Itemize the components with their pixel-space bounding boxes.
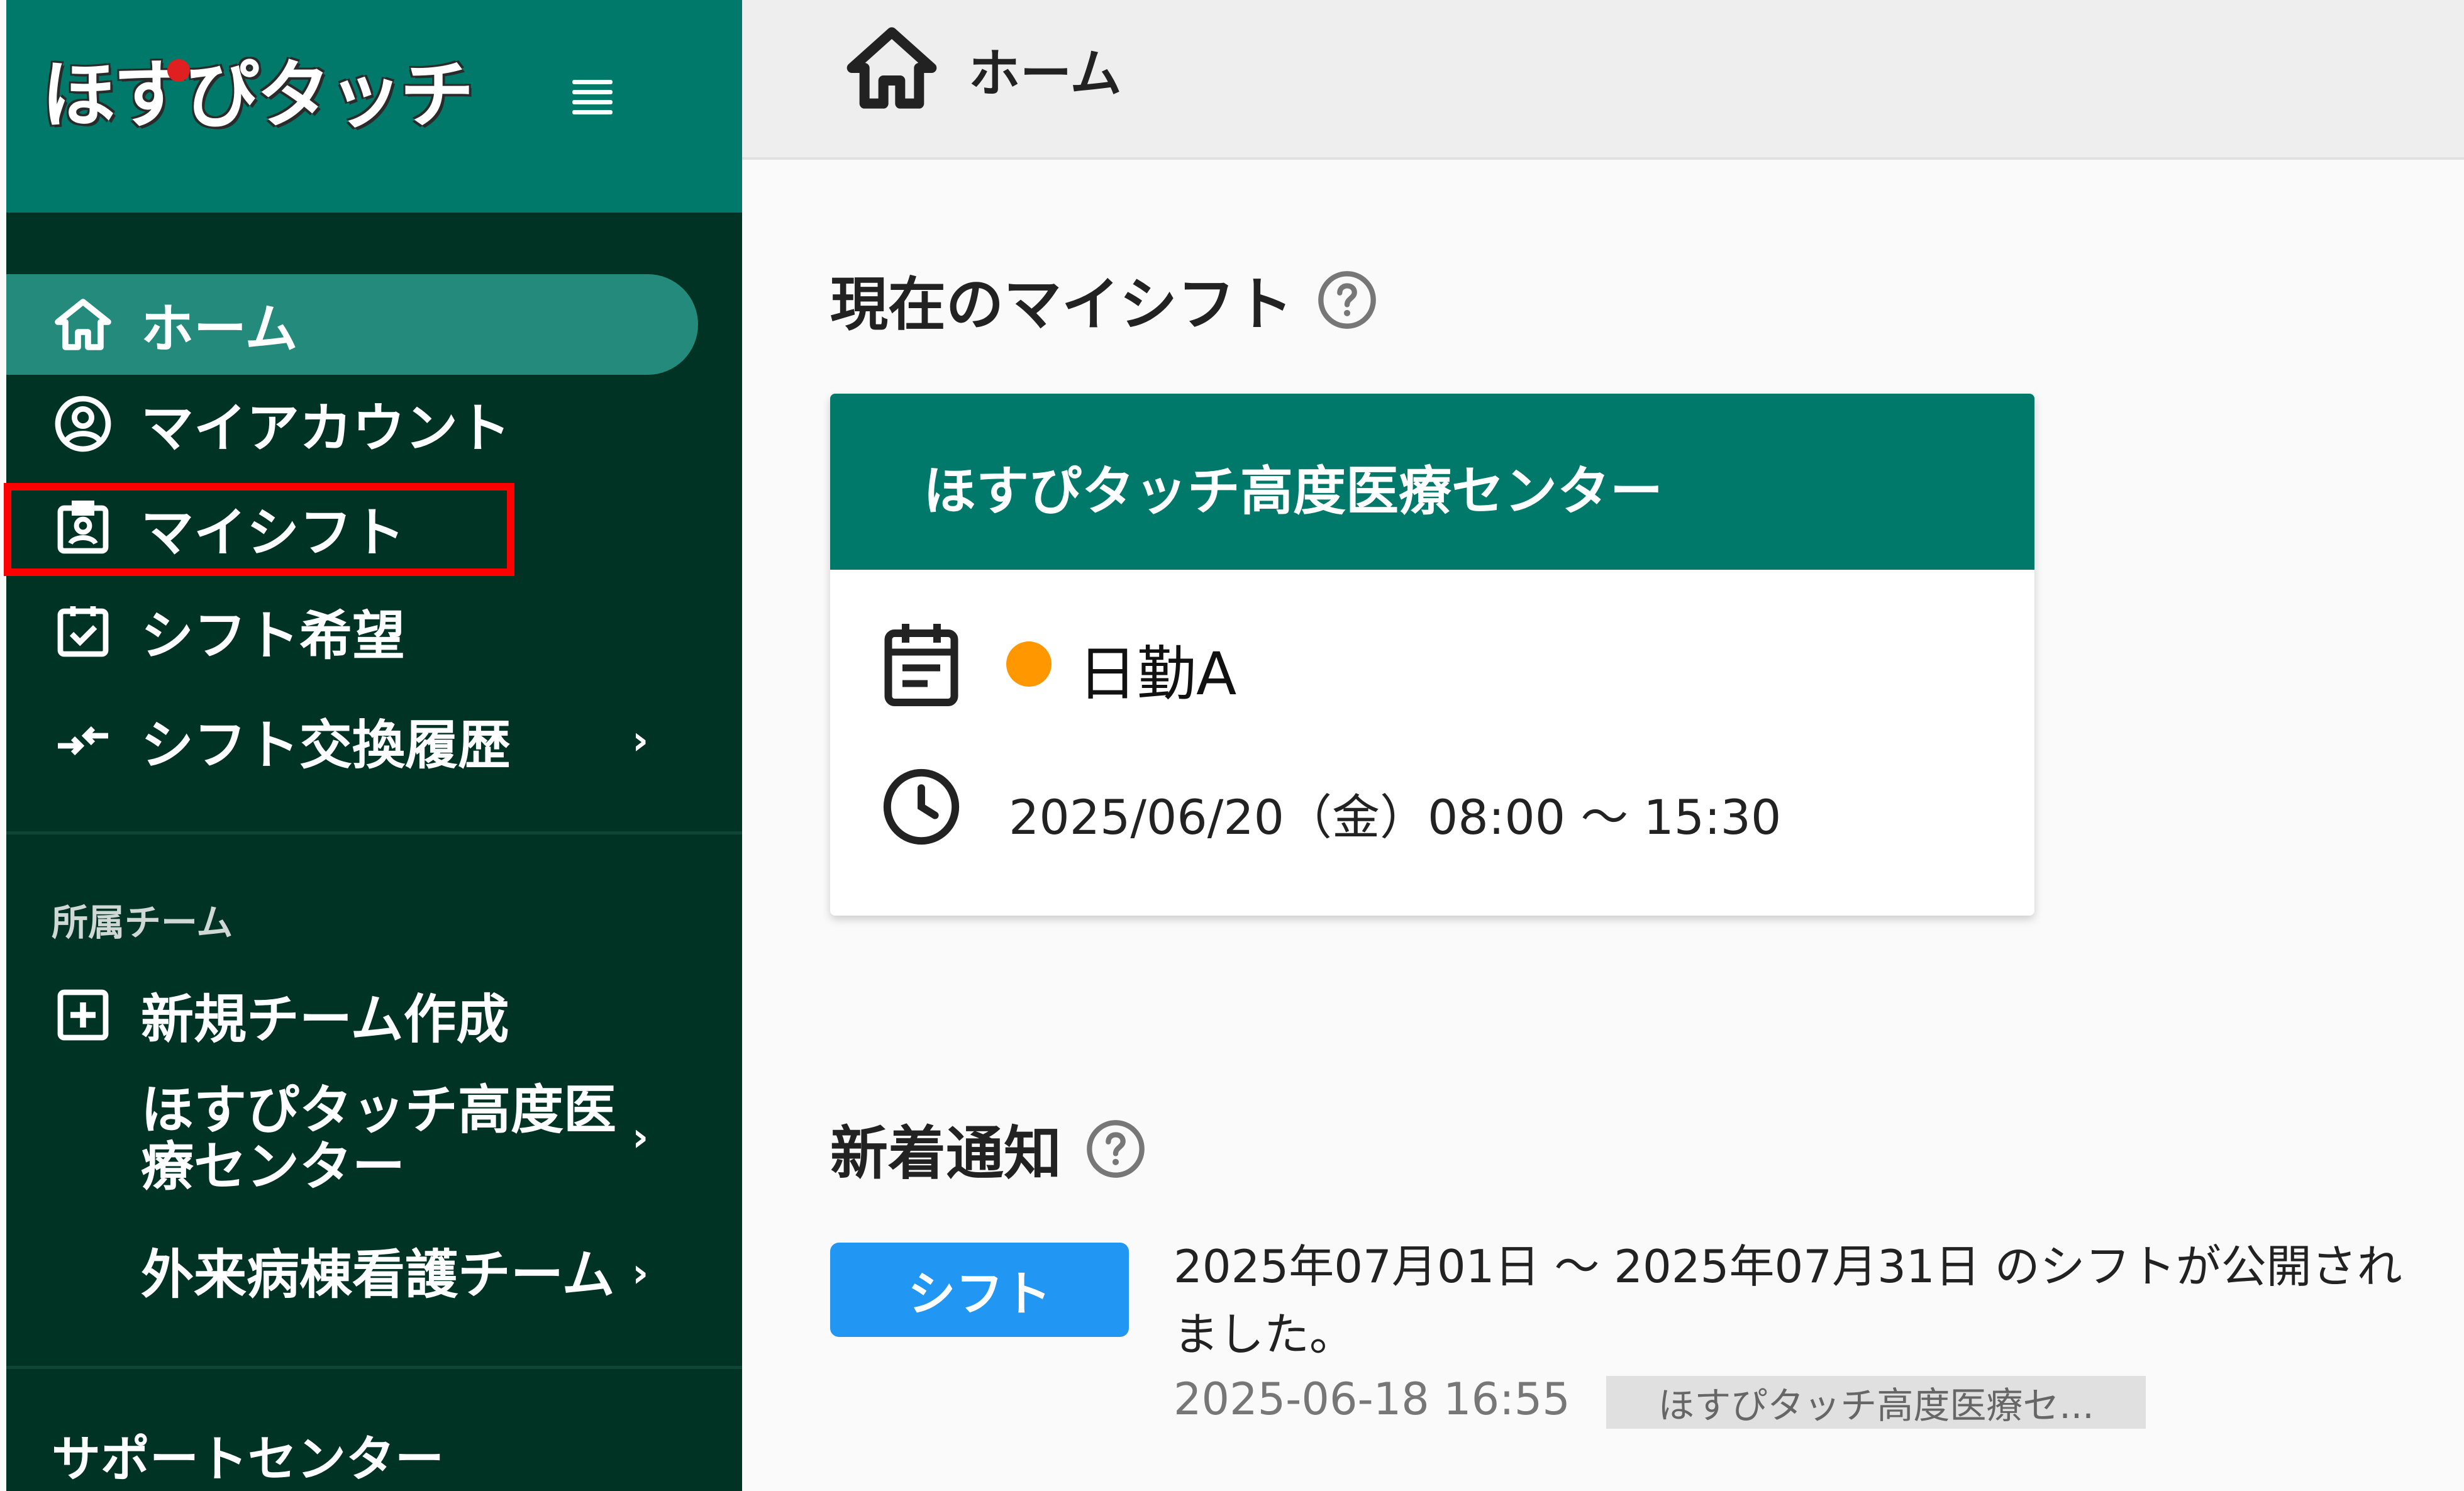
swap-icon xyxy=(53,711,113,771)
sidebar-item-label: 外来病棟看護チーム xyxy=(141,1244,615,1305)
app-logo[interactable]: ほすぴタッチ xyxy=(42,38,474,138)
notifications-heading: 新着通知 xyxy=(830,1107,1147,1190)
calendar-check-icon xyxy=(53,601,113,662)
sidebar-item-team-hospital[interactable]: ほすぴタッチ高度医 療センター › xyxy=(6,1082,698,1207)
sidebar-divider xyxy=(6,1366,742,1369)
account-circle-icon xyxy=(53,394,113,454)
current-shift-heading: 現在のマイシフト xyxy=(830,258,1379,341)
logo-text: ほすぴタッチ xyxy=(42,51,474,138)
add-box-icon xyxy=(53,985,113,1045)
logo-dot xyxy=(167,59,190,82)
notification-team-chip: ほすぴタッチ高度医療セ... xyxy=(1606,1376,2146,1429)
sidebar-item-label: ほすぴタッチ高度医 療センター xyxy=(141,1082,616,1195)
logo-bar: ほすぴタッチ xyxy=(6,0,742,213)
help-icon[interactable] xyxy=(1084,1117,1147,1180)
sidebar-item-shift-exchange-history[interactable]: シフト交換履歴 › xyxy=(6,690,698,791)
notification-datetime: 2025-06-18 16:55 xyxy=(1174,1373,1570,1425)
chevron-right-icon: › xyxy=(632,718,649,764)
top-bar: ホーム xyxy=(742,0,2464,160)
sidebar-item-label: シフト交換履歴 xyxy=(141,714,511,776)
notification-tag-shift[interactable]: シフト xyxy=(830,1243,1129,1337)
sidebar-item-label-line2: 療センター xyxy=(141,1136,406,1197)
section-title: 新着通知 xyxy=(830,1120,1062,1187)
sidebar-divider xyxy=(6,831,742,834)
facility-name: ほすぴタッチ高度医療センター xyxy=(923,460,1663,522)
sidebar-item-label: マイアカウント xyxy=(141,397,511,459)
shift-card[interactable]: ほすぴタッチ高度医療センター 日勤A 2025/06/20（金）08:00 〜 … xyxy=(830,394,2034,916)
shift-name: 日勤A xyxy=(1078,640,1237,709)
support-center-link[interactable]: サポートセンター xyxy=(52,1420,444,1490)
sidebar-item-label: 新規チーム作成 xyxy=(141,988,509,1050)
team-section-label: 所属チーム xyxy=(52,901,233,944)
notification-message[interactable]: 2025年07月01日 〜 2025年07月31日 のシフトが公開されました。 xyxy=(1174,1233,2431,1368)
home-icon xyxy=(53,294,113,355)
chevron-right-icon: › xyxy=(632,1250,649,1297)
shift-time: 2025/06/20（金）08:00 〜 15:30 xyxy=(1009,789,1782,845)
sidebar-item-my-account[interactable]: マイアカウント xyxy=(6,374,698,474)
help-icon[interactable] xyxy=(1316,269,1379,331)
shift-card-header: ほすぴタッチ高度医療センター xyxy=(830,394,2034,570)
sidebar-item-home[interactable]: ホーム xyxy=(6,274,698,375)
clock-icon xyxy=(880,766,962,848)
chevron-right-icon: › xyxy=(632,1114,649,1161)
shift-color-dot xyxy=(1006,641,1052,687)
sidebar-item-new-team[interactable]: 新規チーム作成 xyxy=(6,965,698,1065)
section-title: 現在のマイシフト xyxy=(830,271,1294,338)
sidebar: ほすぴタッチ ホーム マイアカウント マイシフト シフト希望 シフト交換履歴 ›… xyxy=(6,0,742,1491)
page-title: ホーム xyxy=(968,44,1122,104)
home-icon xyxy=(841,18,942,118)
sidebar-item-shift-request[interactable]: シフト希望 xyxy=(6,581,698,682)
sidebar-item-label: シフト希望 xyxy=(141,604,406,667)
sidebar-item-label: ホーム xyxy=(141,297,298,360)
highlight-box xyxy=(4,483,514,576)
calendar-icon xyxy=(880,618,962,712)
sidebar-item-team-outpatient[interactable]: 外来病棟看護チーム › xyxy=(6,1243,698,1312)
sidebar-item-label-line1: ほすぴタッチ高度医 xyxy=(141,1079,617,1141)
menu-toggle-icon[interactable] xyxy=(572,74,618,119)
